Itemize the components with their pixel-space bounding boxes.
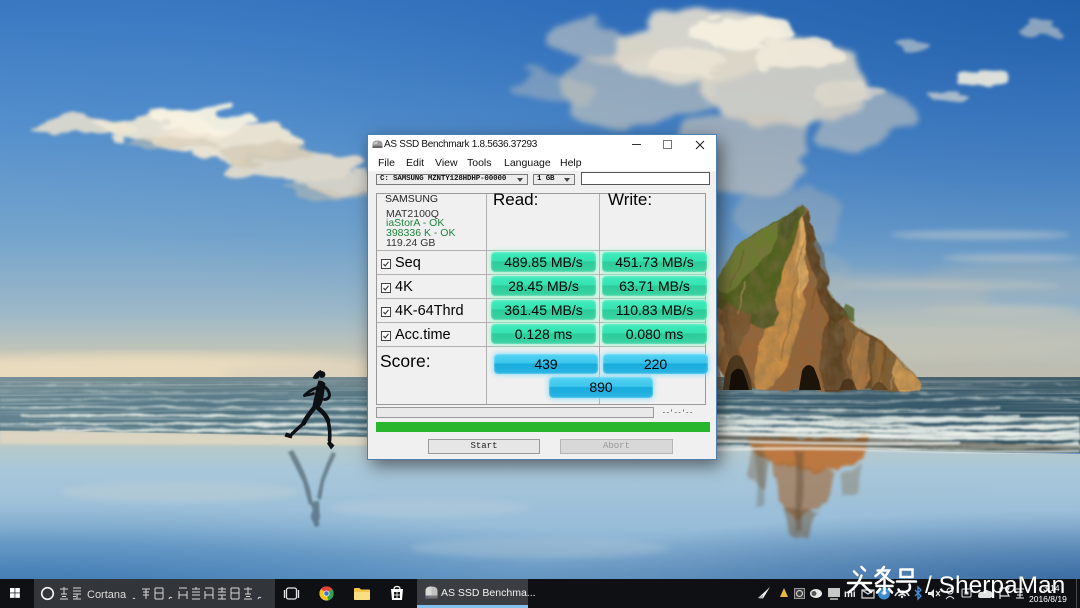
svg-text:/ SherpaMan: / SherpaMan — [925, 572, 1065, 599]
